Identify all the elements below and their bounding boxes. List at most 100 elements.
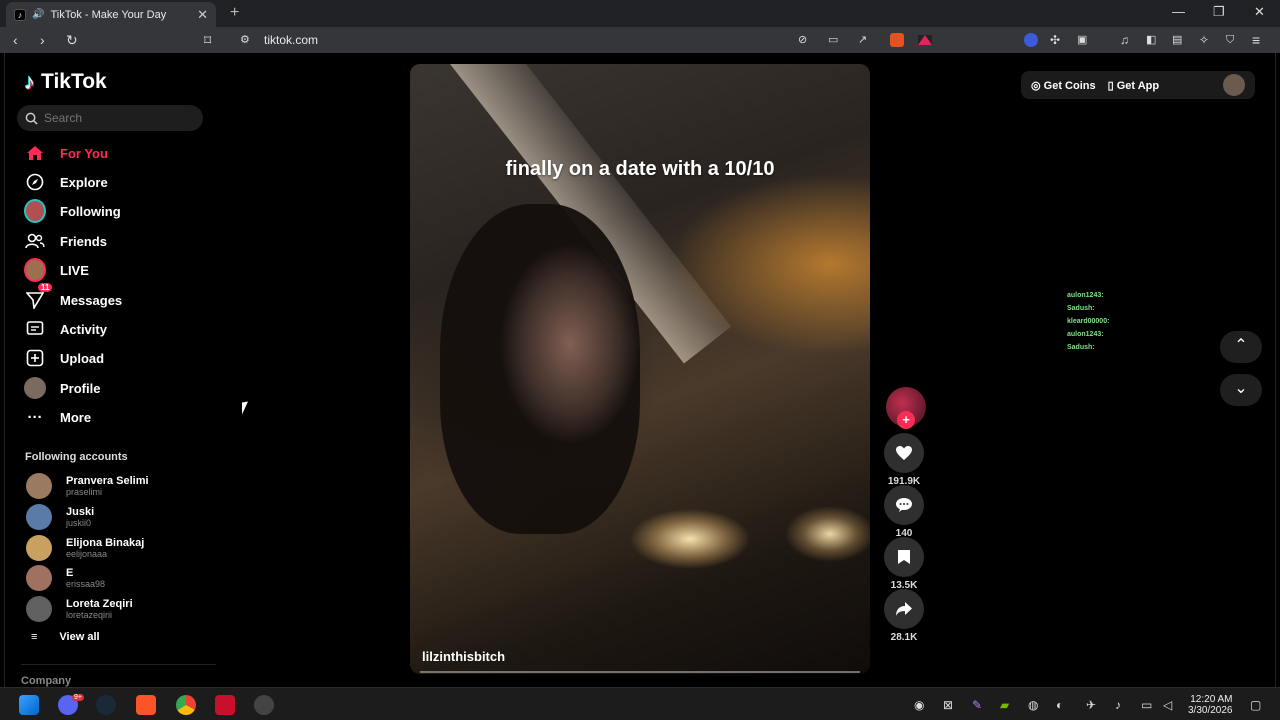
- account-handle: loretazeqirii: [66, 610, 113, 620]
- video-player[interactable]: finally on a date with a 10/10 lilzinthi…: [410, 64, 870, 674]
- brave-rewards-icon[interactable]: [918, 35, 932, 45]
- speaker-icon[interactable]: 🔊: [32, 9, 44, 20]
- user-avatar[interactable]: [1223, 74, 1245, 96]
- puzzle-icon[interactable]: ✣: [1050, 32, 1060, 48]
- volume-icon[interactable]: ◁: [1163, 698, 1172, 712]
- bookmark-icon[interactable]: ⌑: [204, 32, 211, 48]
- nav-more[interactable]: ··· More: [24, 406, 92, 428]
- view-all-link[interactable]: ≡ View all: [31, 631, 100, 643]
- bookmark-icon[interactable]: [884, 537, 924, 577]
- previous-video-button[interactable]: ⌃: [1220, 331, 1262, 363]
- browser-tab-bar: ♪ 🔊 TikTok - Make Your Day ✕ + — ❐ ✕: [0, 0, 1280, 27]
- leo-ai-icon[interactable]: ✧: [1199, 32, 1209, 48]
- nvidia-icon[interactable]: ▰: [1000, 698, 1009, 712]
- steam-icon[interactable]: [96, 695, 116, 715]
- video-username[interactable]: lilzinthisbitch: [422, 649, 505, 664]
- following-account[interactable]: Loreta Zeqiri loretazeqirii: [26, 596, 133, 622]
- tiktok-note-icon: ♪: [24, 69, 35, 94]
- nav-messages[interactable]: 11 Messages: [24, 283, 122, 311]
- browser-tab[interactable]: ♪ 🔊 TikTok - Make Your Day ✕: [6, 2, 216, 27]
- extension-icon[interactable]: [1024, 33, 1038, 47]
- share-action[interactable]: 28.1K: [880, 589, 928, 643]
- network-icon[interactable]: ▭: [1141, 698, 1152, 712]
- close-tab-icon[interactable]: ✕: [197, 7, 208, 23]
- company-link[interactable]: Company: [21, 675, 71, 687]
- restore-icon[interactable]: ❐: [1213, 4, 1225, 20]
- chrome-icon[interactable]: [176, 695, 196, 715]
- tiktok-logo[interactable]: ♪ TikTok: [24, 69, 107, 95]
- close-window-icon[interactable]: ✕: [1254, 4, 1265, 20]
- wallet-icon[interactable]: ▤: [1172, 32, 1182, 48]
- music-icon[interactable]: ♫: [1120, 32, 1129, 48]
- steam-tray-icon[interactable]: ◐: [1056, 698, 1063, 712]
- upload-icon: [24, 347, 46, 369]
- address-bar[interactable]: tiktok.com: [264, 33, 318, 47]
- app-icon[interactable]: [254, 695, 274, 715]
- comment-action[interactable]: 140: [880, 485, 928, 539]
- nav-upload[interactable]: Upload: [24, 347, 104, 369]
- compass-icon: [24, 171, 46, 193]
- nav-activity[interactable]: Activity: [24, 318, 107, 340]
- vpn-icon[interactable]: ⛉: [1226, 32, 1234, 48]
- share-arrow-icon[interactable]: [884, 589, 924, 629]
- microphone-icon[interactable]: ♪: [1115, 698, 1121, 712]
- following-account[interactable]: Eerissaa98: [26, 565, 105, 591]
- following-avatar-icon: [24, 199, 46, 223]
- menu-icon[interactable]: ≡: [1252, 32, 1260, 48]
- brave-icon[interactable]: [136, 695, 156, 715]
- nav-label: Explore: [60, 174, 108, 190]
- avatar: [26, 596, 52, 622]
- site-info-icon[interactable]: ⚙: [240, 32, 250, 48]
- like-action[interactable]: 191.9K: [880, 433, 928, 487]
- comment-icon[interactable]: [884, 485, 924, 525]
- search-input[interactable]: [44, 111, 194, 125]
- save-action[interactable]: 13.5K: [880, 537, 928, 591]
- nav-live[interactable]: LIVE: [24, 258, 89, 282]
- forward-icon[interactable]: ›: [40, 32, 45, 48]
- brave-shield-icon[interactable]: [890, 33, 904, 47]
- chat-overlay: aulon1243: Sadush: kleard00000: aulon124…: [1067, 289, 1109, 354]
- discord-tray-icon[interactable]: ◍: [1028, 698, 1038, 712]
- nav-label: LIVE: [60, 262, 89, 278]
- video-progress-bar[interactable]: [420, 671, 860, 673]
- get-coins-button[interactable]: ◎ Get Coins: [1031, 79, 1096, 92]
- notifications-icon[interactable]: ▢: [1250, 698, 1261, 712]
- nav-following[interactable]: Following: [24, 199, 121, 223]
- coin-icon: ◎: [1031, 79, 1044, 92]
- nav-for-you[interactable]: For You: [24, 142, 108, 164]
- sidebar-icon[interactable]: ◧: [1146, 32, 1156, 48]
- nav-profile[interactable]: Profile: [24, 377, 100, 399]
- tray-app-icon[interactable]: ◉: [914, 698, 924, 712]
- follow-plus-icon[interactable]: +: [897, 411, 915, 429]
- following-account[interactable]: Juski juskii0: [26, 504, 94, 530]
- tray-app-icon[interactable]: ⊠: [943, 698, 953, 712]
- following-account[interactable]: Elijona Binakaj eelijonaaa: [26, 535, 144, 561]
- nav-friends[interactable]: Friends: [24, 230, 107, 252]
- share-icon[interactable]: ↗: [858, 32, 867, 48]
- next-video-button[interactable]: ⌄: [1220, 374, 1262, 406]
- following-account[interactable]: Pranvera Selimi praselimi: [26, 473, 149, 499]
- chat-line: Sadush:: [1067, 305, 1095, 312]
- reload-icon[interactable]: ↻: [66, 32, 78, 48]
- activity-icon: [24, 318, 46, 340]
- nav-explore[interactable]: Explore: [24, 171, 108, 193]
- tray-app-icon[interactable]: ✎: [972, 698, 982, 712]
- chat-line: kleard00000:: [1067, 318, 1110, 325]
- chevron-up-icon: ⌃: [1234, 337, 1248, 354]
- cast-icon[interactable]: ▭: [828, 32, 838, 48]
- heart-icon[interactable]: [884, 433, 924, 473]
- new-tab-icon[interactable]: +: [230, 4, 239, 22]
- sidepanel-icon[interactable]: ▣: [1077, 32, 1087, 48]
- start-icon[interactable]: [19, 695, 39, 715]
- adobe-icon[interactable]: [215, 695, 235, 715]
- phone-icon: ▯: [1107, 79, 1117, 92]
- get-app-button[interactable]: ▯ Get App: [1108, 79, 1159, 92]
- search-box[interactable]: [17, 105, 203, 131]
- tray-app-icon[interactable]: ✈: [1086, 698, 1096, 712]
- back-icon[interactable]: ‹: [13, 32, 18, 48]
- header-actions: ◎ Get Coins ▯ Get App: [1021, 71, 1255, 99]
- minimize-icon[interactable]: —: [1172, 4, 1185, 19]
- nav-label: Upload: [60, 350, 105, 366]
- clock[interactable]: 12:20 AM 3/30/2026: [1188, 694, 1233, 716]
- no-camera-icon[interactable]: ⊘: [798, 32, 807, 48]
